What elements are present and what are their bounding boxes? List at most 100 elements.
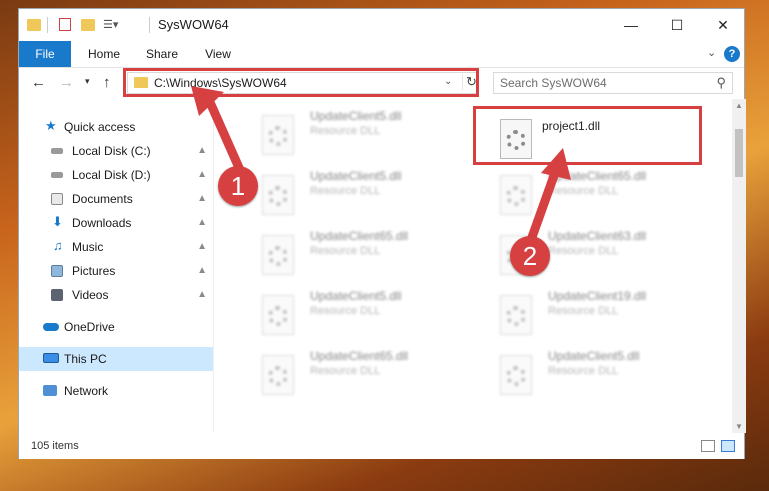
window-title: SysWOW64	[158, 17, 229, 32]
dll-file-icon	[262, 295, 294, 335]
tab-share[interactable]: Share	[137, 41, 187, 67]
dll-file-icon	[500, 355, 532, 395]
sidebar-item-label: Local Disk (C:)	[72, 144, 151, 158]
drive-icon	[51, 172, 63, 178]
file-type: Resource DLL	[310, 305, 381, 317]
ribbon: File Home Share View ⌄ ?	[19, 41, 744, 68]
cloud-icon	[43, 323, 59, 331]
tab-view[interactable]: View	[195, 41, 241, 67]
star-icon: ★	[45, 118, 57, 133]
item-count: 105 items	[31, 440, 79, 452]
vertical-scrollbar[interactable]: ▲ ▼	[732, 99, 746, 433]
download-arrow-icon: ⬇	[52, 214, 63, 229]
search-icon[interactable]: ⚲	[716, 75, 726, 91]
forward-button[interactable]: →	[59, 74, 74, 91]
dll-file-icon	[500, 175, 532, 215]
file-item[interactable]: UpdateClient65.dll Resource DLL	[240, 347, 460, 399]
file-item[interactable]: UpdateClient65.dll Resource DLL	[240, 227, 460, 279]
documents-icon	[51, 193, 63, 205]
minimize-button[interactable]: —	[608, 9, 654, 41]
film-icon	[51, 289, 63, 301]
scroll-down-icon[interactable]: ▼	[735, 422, 743, 431]
file-type: Resource DLL	[548, 305, 619, 317]
sidebar-item-label: Local Disk (D:)	[72, 168, 151, 182]
file-name: UpdateClient5.dll	[310, 169, 402, 183]
file-type: Resource DLL	[310, 185, 381, 197]
recent-locations-icon[interactable]: ▾	[85, 76, 90, 87]
sidebar-item-label: Videos	[72, 288, 109, 302]
expand-ribbon-icon[interactable]: ⌄	[707, 46, 716, 59]
pin-icon: ▲	[197, 145, 207, 156]
sidebar-item-label: Quick access	[64, 120, 136, 134]
up-button[interactable]: ↑	[103, 74, 111, 91]
sidebar-item-quick-access[interactable]: ★ Quick access	[19, 115, 213, 139]
large-icons-view-icon[interactable]	[721, 440, 735, 452]
file-item[interactable]: UpdateClient5.dll Resource DLL	[240, 107, 460, 159]
step-2-badge: 2	[510, 236, 550, 276]
back-button[interactable]: ←	[31, 74, 46, 91]
folder-icon	[27, 19, 41, 31]
sidebar-item-music[interactable]: ♫ Music ▲	[19, 235, 213, 259]
pin-icon: ▲	[197, 217, 207, 228]
new-folder-icon[interactable]	[81, 19, 95, 31]
file-item[interactable]: UpdateClient65.dll Resource DLL	[478, 167, 698, 219]
tab-home[interactable]: Home	[79, 41, 129, 67]
file-type: Resource DLL	[310, 365, 381, 377]
file-name: UpdateClient5.dll	[310, 109, 402, 123]
step-1-badge: 1	[218, 166, 258, 206]
scrollbar-thumb[interactable]	[735, 129, 743, 177]
sidebar-item-onedrive[interactable]: OneDrive	[19, 315, 213, 339]
help-icon[interactable]: ?	[724, 46, 740, 62]
dll-file-icon	[262, 355, 294, 395]
network-icon	[43, 385, 57, 396]
computer-icon	[43, 353, 59, 363]
customize-toolbar-icon[interactable]: ☰▾	[103, 18, 118, 34]
pin-icon: ▲	[197, 241, 207, 252]
sidebar-item-local-disk-c[interactable]: Local Disk (C:) ▲	[19, 139, 213, 163]
sidebar-item-local-disk-d[interactable]: Local Disk (D:) ▲	[19, 163, 213, 187]
file-name: UpdateClient19.dll	[548, 289, 647, 303]
file-item[interactable]: UpdateClient19.dll Resource DLL	[478, 287, 698, 339]
file-type: Resource DLL	[548, 365, 619, 377]
pin-icon: ▲	[197, 265, 207, 276]
search-box[interactable]: Search SysWOW64 ⚲	[493, 72, 733, 94]
file-name: UpdateClient5.dll	[548, 349, 640, 363]
sidebar-item-downloads[interactable]: ⬇ Downloads ▲	[19, 211, 213, 235]
sidebar-item-label: Network	[64, 384, 109, 398]
file-name: UpdateClient5.dll	[310, 289, 402, 303]
sidebar-item-label: Music	[72, 240, 104, 254]
sidebar-item-pictures[interactable]: Pictures ▲	[19, 259, 213, 283]
sidebar-item-this-pc[interactable]: This PC	[19, 347, 213, 371]
file-item[interactable]: UpdateClient5.dll Resource DLL	[240, 167, 460, 219]
music-note-icon: ♫	[53, 238, 63, 253]
sidebar-item-label: OneDrive	[64, 320, 115, 334]
file-item[interactable]: UpdateClient5.dll Resource DLL	[240, 287, 460, 339]
gear-icon	[268, 186, 288, 206]
dll-file-icon	[262, 175, 294, 215]
address-bar-highlight	[123, 68, 479, 97]
file-type: Resource DLL	[548, 185, 619, 197]
pin-icon: ▲	[197, 169, 207, 180]
sidebar-item-documents[interactable]: Documents ▲	[19, 187, 213, 211]
tab-file[interactable]: File	[19, 41, 71, 67]
sidebar-item-label: This PC	[64, 352, 107, 366]
close-button[interactable]: ✕	[700, 9, 746, 41]
sidebar-item-network[interactable]: Network	[19, 379, 213, 403]
file-type: Resource DLL	[310, 245, 381, 257]
file-item[interactable]: UpdateClient5.dll Resource DLL	[478, 347, 698, 399]
status-bar: 105 items	[19, 433, 744, 459]
file-name: UpdateClient63.dll	[548, 229, 647, 243]
details-view-icon[interactable]	[701, 440, 715, 452]
scroll-up-icon[interactable]: ▲	[735, 101, 743, 110]
sidebar-item-label: Pictures	[72, 264, 116, 278]
separator	[47, 17, 48, 33]
search-placeholder[interactable]: Search SysWOW64	[500, 76, 607, 90]
sidebar-item-videos[interactable]: Videos ▲	[19, 283, 213, 307]
properties-icon[interactable]	[59, 18, 71, 31]
sidebar-item-label: Documents	[72, 192, 133, 206]
file-name: UpdateClient65.dll	[310, 349, 409, 363]
maximize-button[interactable]: ☐	[654, 9, 700, 41]
dll-file-icon	[500, 295, 532, 335]
title-bar: ☰▾ SysWOW64 — ☐ ✕	[19, 9, 744, 41]
gear-icon	[506, 306, 526, 326]
